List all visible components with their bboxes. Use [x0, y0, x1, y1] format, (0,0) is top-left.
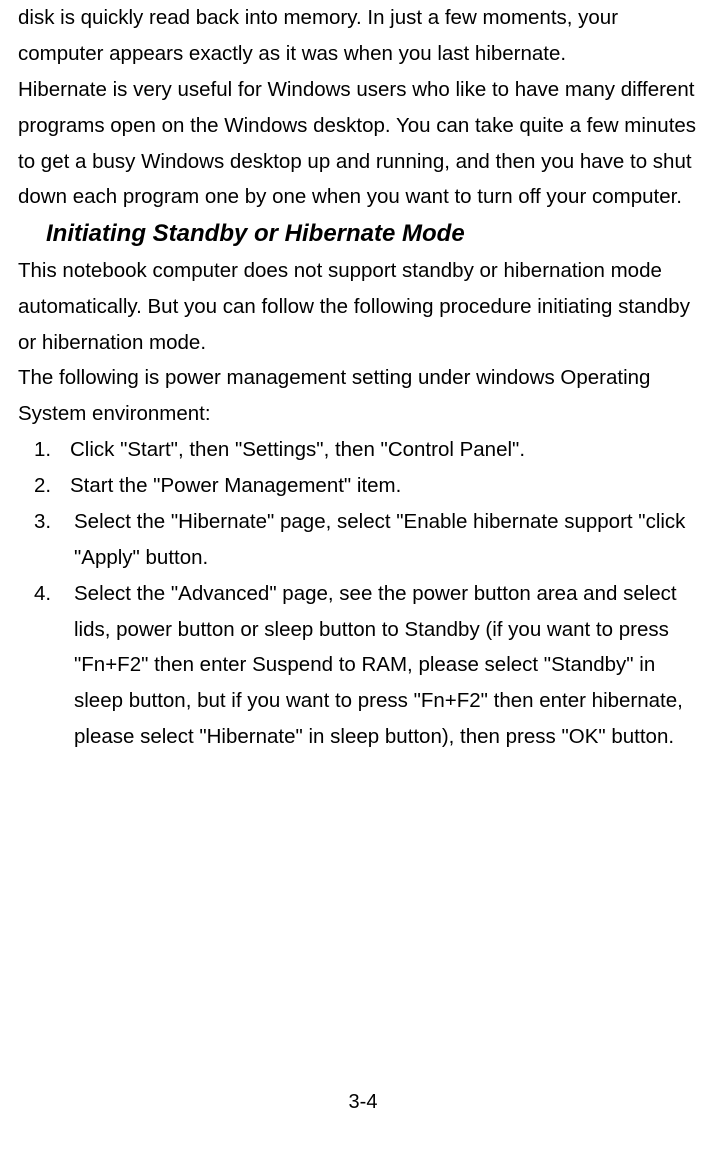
list-number: 2. — [32, 468, 70, 504]
list-text: Start the "Power Management" item. — [70, 468, 708, 504]
list-number: 4. — [32, 576, 74, 612]
list-text: Select the "Hibernate" page, select "Ena… — [74, 504, 708, 576]
list-item: 3. Select the "Hibernate" page, select "… — [32, 504, 708, 576]
list-number: 1. — [32, 432, 70, 468]
ordered-list: 1. Click "Start", then "Settings", then … — [32, 432, 708, 755]
list-item: 2. Start the "Power Management" item. — [32, 468, 708, 504]
page-number: 3-4 — [0, 1091, 726, 1114]
body-paragraph-4: The following is power management settin… — [18, 360, 708, 432]
body-paragraph-2: Hibernate is very useful for Windows use… — [18, 72, 708, 216]
body-paragraph-1: disk is quickly read back into memory. I… — [18, 0, 708, 72]
list-item: 4. Select the "Advanced" page, see the p… — [32, 576, 708, 755]
list-text: Select the "Advanced" page, see the powe… — [74, 576, 708, 755]
list-number: 3. — [32, 504, 74, 540]
body-paragraph-3: This notebook computer does not support … — [18, 253, 708, 361]
list-text: Click "Start", then "Settings", then "Co… — [70, 432, 708, 468]
section-heading: Initiating Standby or Hibernate Mode — [46, 217, 708, 251]
list-item: 1. Click "Start", then "Settings", then … — [32, 432, 708, 468]
